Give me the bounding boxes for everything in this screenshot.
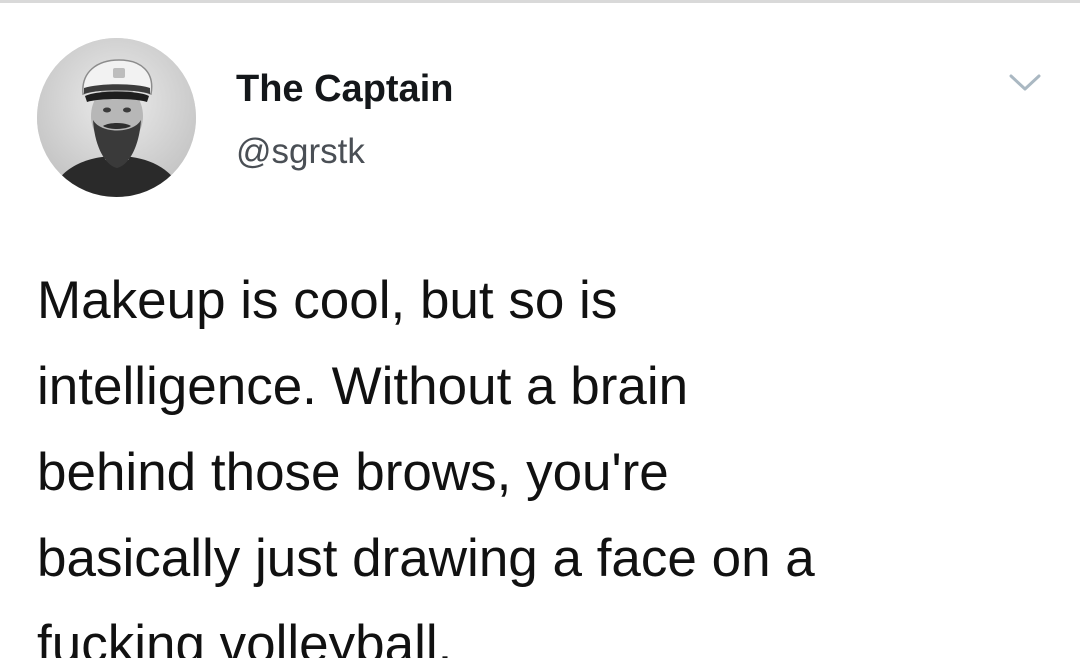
chevron-down-icon	[1009, 74, 1041, 91]
tweet-text-line: Makeup is cool, but so is	[37, 271, 618, 330]
tweet-menu-button[interactable]	[1005, 68, 1045, 98]
avatar[interactable]	[37, 38, 196, 197]
author-handle[interactable]: @sgrstk	[236, 130, 453, 174]
author-info: The Captain @sgrstk	[236, 66, 453, 174]
tweet-text: Makeup is cool, but so is intelligence. …	[37, 258, 1047, 658]
tweet-text-line: intelligence. Without a brain	[37, 357, 689, 416]
tweet-text-line: behind those brows, you're	[37, 443, 669, 502]
top-divider	[0, 0, 1080, 3]
tweet-card: The Captain @sgrstk Makeup is cool, but …	[0, 0, 1080, 658]
tweet-text-line: fucking volleyball.	[37, 615, 453, 658]
avatar-photo	[37, 38, 196, 197]
tweet-text-line: basically just drawing a face on a	[37, 529, 815, 588]
author-display-name[interactable]: The Captain	[236, 66, 453, 112]
